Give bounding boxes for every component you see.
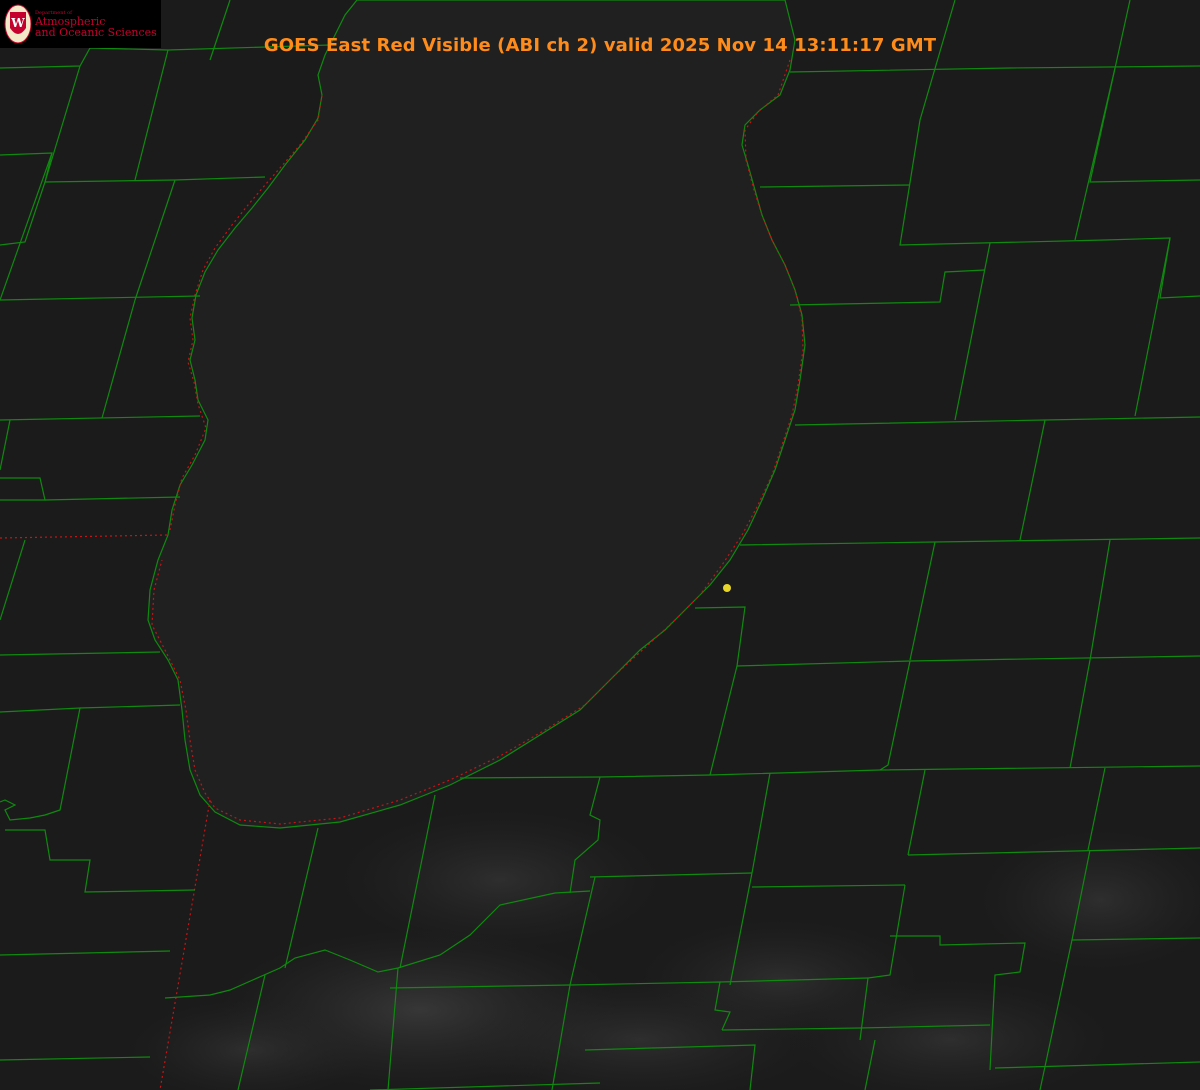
map-title: GOES East Red Visible (ABI ch 2) valid 2… xyxy=(263,35,937,56)
satellite-map xyxy=(0,0,1200,1090)
logo-line1: Atmospheric xyxy=(35,14,106,28)
station-marker xyxy=(723,584,731,592)
crest-letter: W xyxy=(10,16,25,30)
